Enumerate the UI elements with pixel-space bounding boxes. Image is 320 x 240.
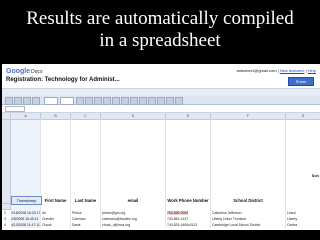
formula-input[interactable] [5,106,25,112]
slide-title-line-1: Results are automatically compiled [26,8,294,29]
logo-product: Docs [31,69,43,75]
cell-school-district[interactable]: Catharine Jefferson [212,211,242,215]
borders-icon[interactable] [112,97,120,105]
slide-title-line-2: in a spreadsheet [99,30,221,51]
account-bar: amkober1@gmail.com | New features! | Hel… [236,68,316,73]
new-features-link[interactable]: New features! [280,68,305,73]
cell-first-name[interactable]: Chester [42,217,54,221]
bold-icon[interactable] [76,97,84,105]
save-icon[interactable] [5,97,13,105]
sort-icon[interactable] [166,97,174,105]
cell-first-name[interactable]: Chuck [42,223,52,227]
spreadsheet-screenshot: GoogleDocs amkober1@gmail.com | New feat… [2,64,320,230]
cell-timestamp[interactable]: 4/13/2008 11:47:11 [11,223,40,227]
cell-work-phone[interactable]: 740-829-4465x3113 [167,223,197,227]
row-number: 4 [4,223,6,227]
header-cell-email[interactable]: email [101,198,165,203]
row-number: 3 [4,217,6,221]
cell-last-name[interactable]: Coleman [72,217,86,221]
header-cell-timestamp[interactable]: Timestamp [11,196,42,205]
cell-school-district[interactable]: Liberty Union Thurston [212,217,246,221]
cell-email[interactable]: prince@gm.org [102,211,125,215]
cell-school[interactable]: Lincol [287,211,296,215]
logo-text: Google [6,68,31,75]
table-row[interactable]: 2 2/18/2008 16:33:17 Ali Prince prince@g… [2,211,320,216]
google-docs-logo: GoogleDocs [6,68,43,75]
cell-timestamp[interactable]: 2/18/2008 16:33:17 [11,211,40,215]
cell-work-phone[interactable]: 740-862-4137 [167,217,188,221]
document-title[interactable]: Registration: Technology for Administ... [6,77,120,83]
corner-cell[interactable] [2,113,11,120]
cell-timestamp[interactable]: 2/8/2008 16:45:41 [11,217,38,221]
row-number: 2 [4,211,6,215]
delete-icon[interactable] [157,97,165,105]
table-row[interactable]: 4 4/13/2008 11:47:11 Chuck Davis chuck_d… [2,223,320,228]
number-format-dropdown[interactable] [44,97,58,105]
row-header-1[interactable] [2,120,11,204]
col-header-d[interactable]: D [101,113,166,120]
col-header-a[interactable]: A [11,113,41,120]
cell-email[interactable]: chuck_d@mcs.org [102,223,130,227]
cell-last-name[interactable]: Davis [72,223,80,227]
menu-bar: File Edit View Format Insert Tools Form … [2,88,320,103]
cell-last-name[interactable]: Prince [72,211,82,215]
col-header-e[interactable]: E [166,113,211,120]
wrap-icon[interactable] [139,97,147,105]
cell-email[interactable]: colemanc@franklin.org [102,217,137,221]
cell-school[interactable]: Liberty [287,217,297,221]
formula-icon[interactable] [175,97,183,105]
cell-school[interactable]: Centra [287,223,297,227]
toolbar [2,96,320,105]
column-g-header-label: Sch [311,173,319,178]
cell-school-district[interactable]: Cambridge Local School District [212,223,260,227]
font-size-dropdown[interactable] [60,97,74,105]
header-cell-last-name[interactable]: Last Name [71,198,100,203]
align-icon[interactable] [121,97,129,105]
account-email: amkober1@gmail.com [236,68,277,73]
insert-icon[interactable] [148,97,156,105]
fill-color-icon[interactable] [103,97,111,105]
cell-first-name[interactable]: Ali [42,211,46,215]
print-icon[interactable] [14,97,22,105]
spreadsheet-grid: A B C D E F G Sch Timestamp First Name L… [2,113,320,230]
header-cell-school-district[interactable]: School District [211,198,285,203]
undo-icon[interactable] [23,97,31,105]
redo-icon[interactable] [32,97,40,105]
col-header-b[interactable]: B [41,113,71,120]
text-color-icon[interactable] [94,97,102,105]
strikethrough-icon[interactable] [85,97,93,105]
row-header-blank[interactable] [2,204,11,210]
col-header-g[interactable]: G [286,113,320,120]
table-row[interactable]: 3 2/8/2008 16:45:41 Chester Coleman cole… [2,217,320,222]
merge-icon[interactable] [130,97,138,105]
help-link[interactable]: Help [308,68,316,73]
header-cell-first-name[interactable]: First Name [41,198,70,203]
cell-work-phone[interactable]: 763-669-0000 [167,211,189,215]
col-header-c[interactable]: C [71,113,101,120]
header-cell-work-phone[interactable]: Work Phone Number [166,198,210,203]
formula-bar [2,105,320,113]
col-header-f[interactable]: F [211,113,286,120]
share-button[interactable]: Share [288,77,314,86]
slide-title: Results are automatically compiled in a … [0,8,320,52]
